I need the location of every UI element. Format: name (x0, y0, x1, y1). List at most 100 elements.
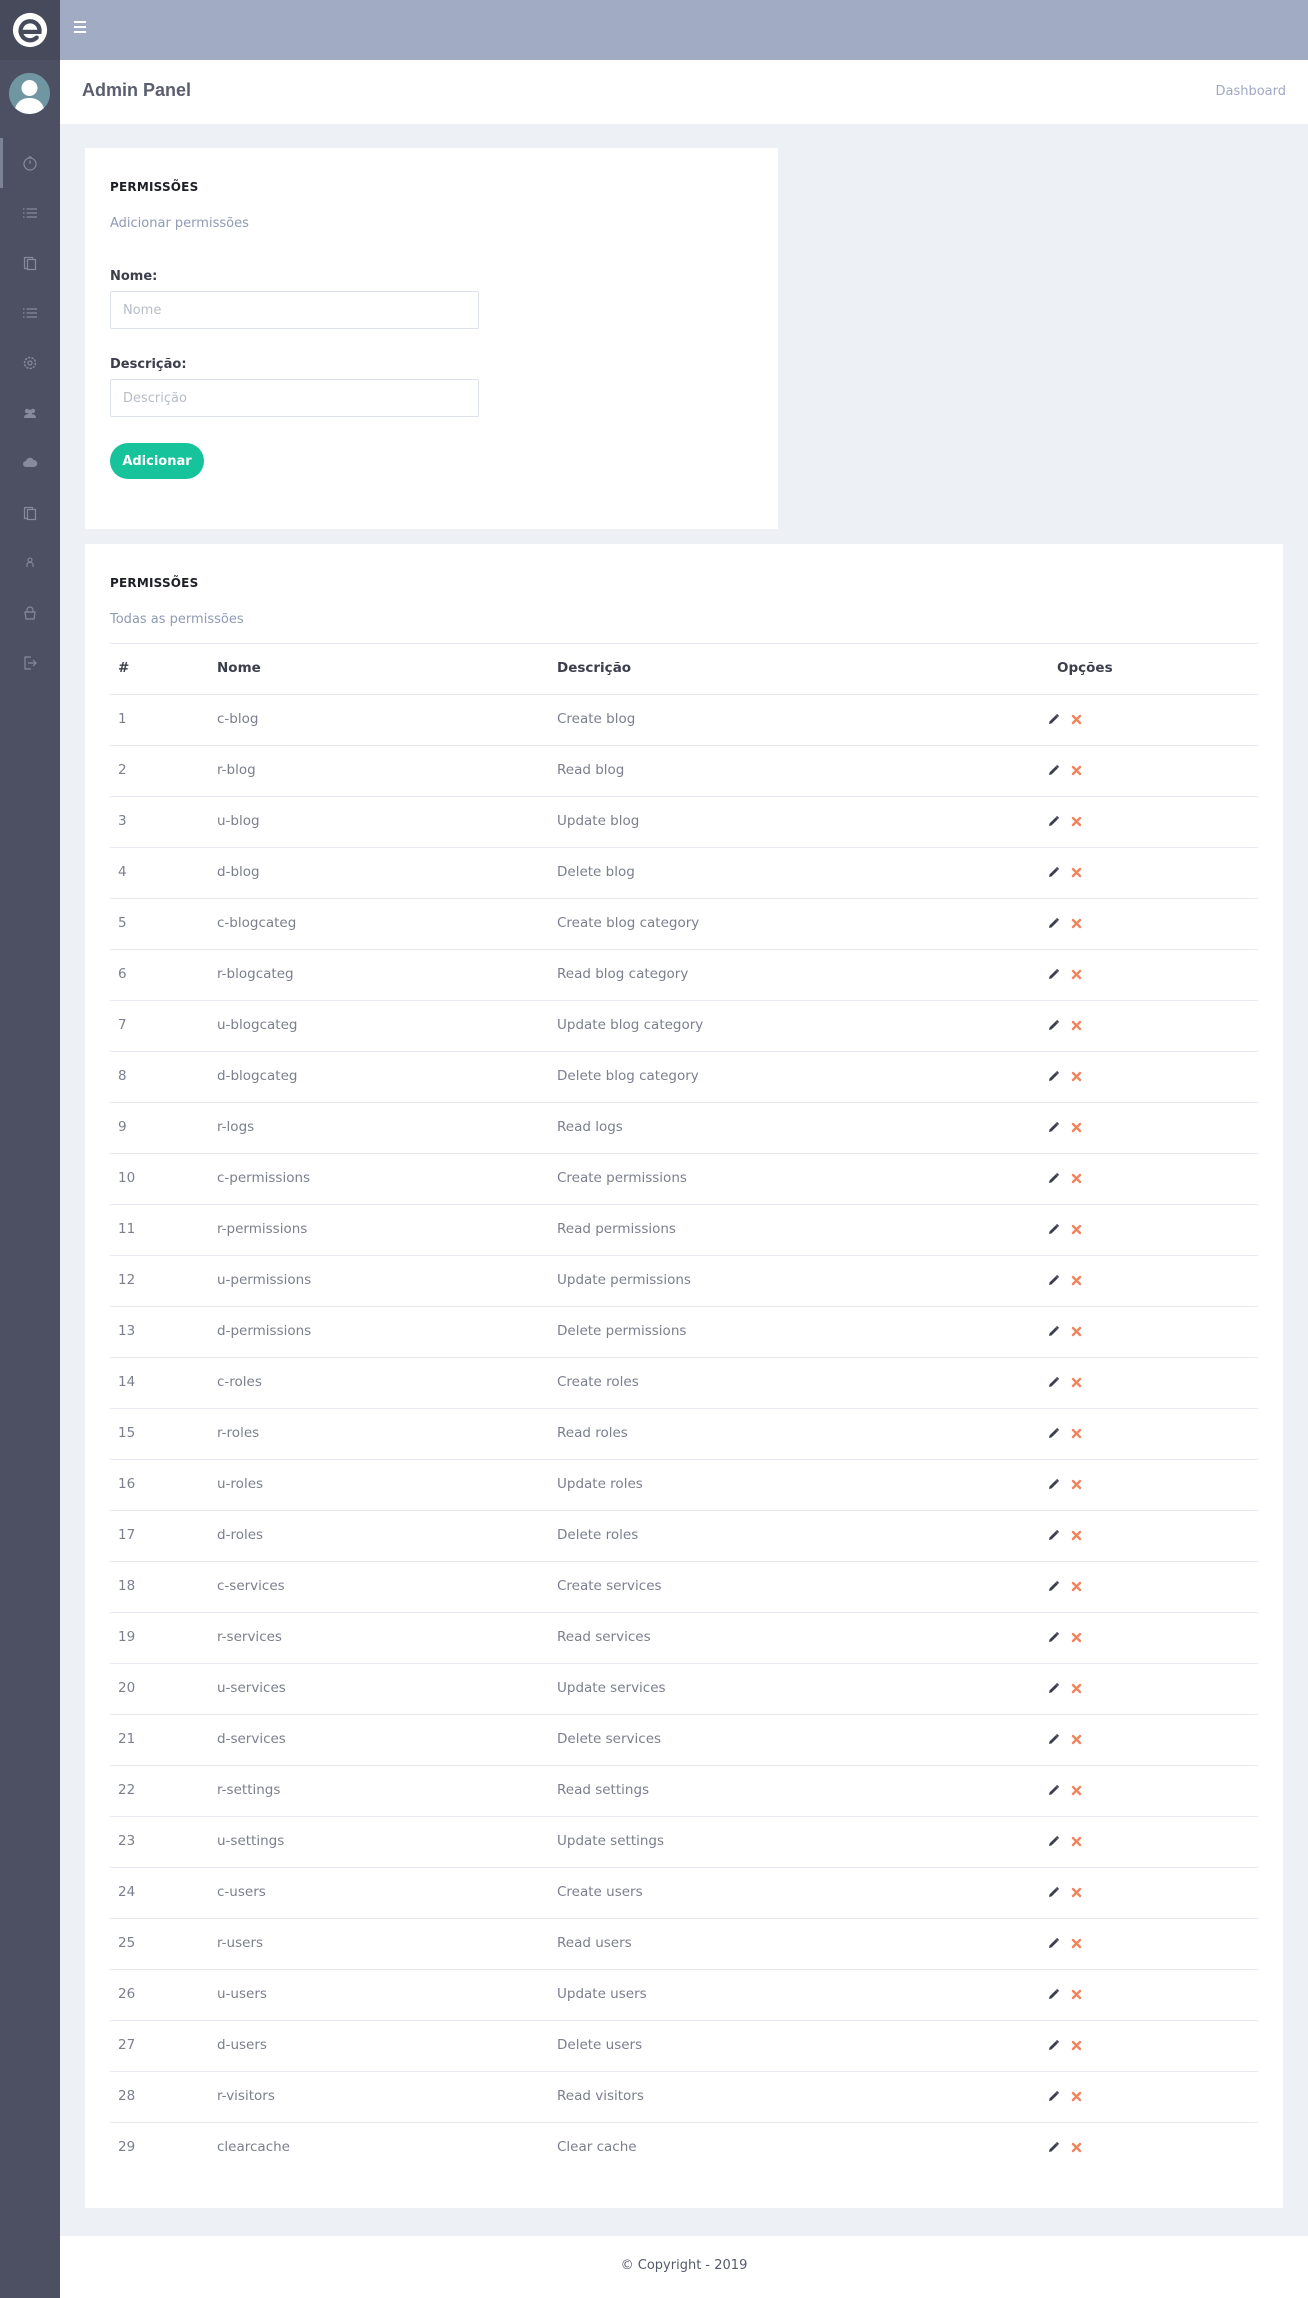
close-x-icon[interactable] (1070, 1988, 1083, 2001)
close-x-icon[interactable] (1070, 1733, 1083, 1746)
avatar[interactable] (9, 73, 50, 114)
name-input[interactable] (110, 291, 479, 329)
close-x-icon[interactable] (1070, 1937, 1083, 1950)
sidebar-item-settings[interactable] (0, 338, 60, 388)
cell-id: 27 (118, 2037, 136, 2053)
sidebar-item-logout[interactable] (0, 638, 60, 688)
close-x-icon[interactable] (1070, 1886, 1083, 1899)
pencil-icon[interactable] (1047, 1784, 1060, 1797)
close-x-icon[interactable] (1070, 2039, 1083, 2052)
close-x-icon[interactable] (1070, 1580, 1083, 1593)
close-x-icon[interactable] (1070, 1529, 1083, 1542)
sidebar-item-user[interactable] (0, 538, 60, 588)
pencil-icon[interactable] (1047, 1427, 1060, 1440)
row-options (1047, 1325, 1083, 1338)
sidebar-item-dashboard[interactable] (0, 138, 60, 188)
close-x-icon[interactable] (1070, 866, 1083, 879)
row-options (1047, 1223, 1083, 1236)
close-x-icon[interactable] (1070, 1325, 1083, 1338)
pencil-icon[interactable] (1047, 866, 1060, 879)
name-label: Nome: (110, 269, 158, 284)
close-x-icon[interactable] (1070, 1478, 1083, 1491)
row-options (1047, 1070, 1083, 1083)
brand[interactable] (0, 0, 60, 60)
close-x-icon[interactable] (1070, 1172, 1083, 1185)
pencil-icon[interactable] (1047, 2090, 1060, 2103)
cell-id: 15 (118, 1425, 136, 1441)
close-x-icon[interactable] (1070, 1274, 1083, 1287)
cell-name: c-users (217, 1884, 266, 1900)
pencil-icon[interactable] (1047, 917, 1060, 930)
pencil-icon[interactable] (1047, 1631, 1060, 1644)
sidebar-item-clipboard-2[interactable] (0, 488, 60, 538)
table-row: 28 r-visitors Read visitors (110, 2071, 1258, 2122)
close-x-icon[interactable] (1070, 1784, 1083, 1797)
pencil-icon[interactable] (1047, 2141, 1060, 2154)
close-x-icon[interactable] (1070, 1223, 1083, 1236)
pencil-icon[interactable] (1047, 1835, 1060, 1848)
pencil-icon[interactable] (1047, 1376, 1060, 1389)
pencil-icon[interactable] (1047, 1937, 1060, 1950)
hamburger-icon[interactable] (74, 21, 88, 35)
close-x-icon[interactable] (1070, 2141, 1083, 2154)
sidebar-item-lock[interactable] (0, 588, 60, 638)
close-x-icon[interactable] (1070, 968, 1083, 981)
sidebar-item-cloud[interactable] (0, 438, 60, 488)
table-row: 19 r-services Read services (110, 1612, 1258, 1663)
pencil-icon[interactable] (1047, 1274, 1060, 1287)
pencil-icon[interactable] (1047, 1172, 1060, 1185)
sidebar-item-clipboard-1[interactable] (0, 238, 60, 288)
pencil-icon[interactable] (1047, 968, 1060, 981)
add-button[interactable]: Adicionar (110, 443, 204, 479)
pencil-icon[interactable] (1047, 1121, 1060, 1134)
close-x-icon[interactable] (1070, 1070, 1083, 1083)
close-x-icon[interactable] (1070, 815, 1083, 828)
sidebar-item-list-1[interactable] (0, 188, 60, 238)
row-options (1047, 1019, 1083, 1032)
cell-description: Clear cache (557, 2139, 637, 2155)
close-x-icon[interactable] (1070, 764, 1083, 777)
cell-description: Create services (557, 1578, 662, 1594)
close-x-icon[interactable] (1070, 1121, 1083, 1134)
close-x-icon[interactable] (1070, 1631, 1083, 1644)
pencil-icon[interactable] (1047, 1529, 1060, 1542)
close-x-icon[interactable] (1070, 1682, 1083, 1695)
pencil-icon[interactable] (1047, 1325, 1060, 1338)
cell-name: d-blog (217, 864, 260, 880)
close-x-icon[interactable] (1070, 1427, 1083, 1440)
row-options (1047, 1631, 1083, 1644)
pencil-icon[interactable] (1047, 1682, 1060, 1695)
cell-description: Update blog (557, 813, 640, 829)
cell-name: r-permissions (217, 1221, 308, 1237)
card-title: PERMISSÕES (110, 180, 199, 194)
close-x-icon[interactable] (1070, 2090, 1083, 2103)
pencil-icon[interactable] (1047, 1223, 1060, 1236)
cell-id: 10 (118, 1170, 136, 1186)
cell-description: Read settings (557, 1782, 650, 1798)
close-x-icon[interactable] (1070, 1376, 1083, 1389)
cell-name: u-permissions (217, 1272, 312, 1288)
pencil-icon[interactable] (1047, 815, 1060, 828)
pencil-icon[interactable] (1047, 1478, 1060, 1491)
pencil-icon[interactable] (1047, 713, 1060, 726)
sidebar-item-users[interactable] (0, 388, 60, 438)
sidebar-item-list-2[interactable] (0, 288, 60, 338)
pencil-icon[interactable] (1047, 764, 1060, 777)
breadcrumb-dashboard-link[interactable]: Dashboard (1215, 84, 1286, 99)
pencil-icon[interactable] (1047, 1886, 1060, 1899)
pencil-icon[interactable] (1047, 1580, 1060, 1593)
pencil-icon[interactable] (1047, 1019, 1060, 1032)
close-x-icon[interactable] (1070, 917, 1083, 930)
close-x-icon[interactable] (1070, 1835, 1083, 1848)
description-input[interactable] (110, 379, 479, 417)
close-x-icon[interactable] (1070, 1019, 1083, 1032)
cell-name: c-blogcateg (217, 915, 297, 931)
pencil-icon[interactable] (1047, 1070, 1060, 1083)
pencil-icon[interactable] (1047, 1988, 1060, 2001)
cell-description: Read visitors (557, 2088, 644, 2104)
pencil-icon[interactable] (1047, 2039, 1060, 2052)
close-x-icon[interactable] (1070, 713, 1083, 726)
cell-name: u-services (217, 1680, 286, 1696)
pencil-icon[interactable] (1047, 1733, 1060, 1746)
cell-name: r-logs (217, 1119, 255, 1135)
